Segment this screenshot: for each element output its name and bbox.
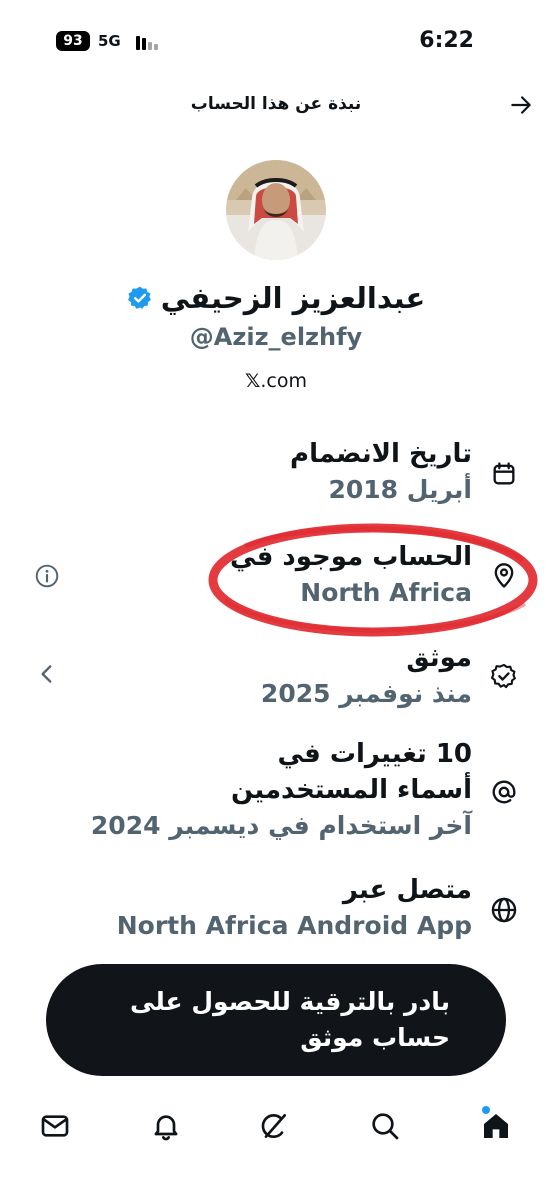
username-changes-title-1: 10 تغييرات في [277,739,473,769]
bell-icon[interactable] [150,1110,182,1142]
connected-value: North Africa Android App [116,911,472,940]
page-title: نبذة عن هذا الحساب [190,94,362,114]
status-bar: 93 5G 6:22 [0,0,552,80]
chevron-left-icon[interactable] [34,661,60,687]
joined-value: أبريل 2018 [328,475,472,504]
location-title: الحساب موجود في [230,542,472,572]
joined-row: تاريخ الانضمام أبريل 2018 [290,436,472,508]
verified-title: موثق [406,643,472,673]
notification-dot [482,1106,490,1114]
username-changes-title-2: أسماء المستخدمين [230,775,472,805]
search-icon[interactable] [369,1110,401,1142]
battery-indicator: 93 [56,31,90,51]
username-changes-value: آخر استخدام في ديسمبر 2024 [90,811,472,840]
location-row: الحساب موجود في North Africa [230,539,472,611]
upgrade-text: بادر بالترقية للحصول على حساب موثق [110,984,450,1056]
at-sign-icon [492,780,516,804]
domain-text: .com [260,370,307,392]
avatar[interactable] [226,160,326,260]
globe-icon [491,897,517,923]
network-type: 5G [98,32,121,50]
location-value: North Africa [300,578,472,607]
upgrade-button[interactable]: بادر بالترقية للحصول على حساب موثق [46,964,506,1076]
upgrade-line-2: حساب موثق [300,1023,450,1052]
connected-title: متصل عبر [342,875,472,905]
location-pin-icon [494,563,514,588]
profile-handle[interactable]: @Aziz_elzhfy [0,320,552,354]
verified-row[interactable]: موثق منذ نوفمبر 2025 [261,640,472,712]
calendar-icon [493,462,515,485]
mail-icon[interactable] [39,1110,71,1142]
display-name: عبدالعزيز الزحيفي [160,281,426,315]
verified-badge-icon [127,286,151,309]
signal-icon [136,34,162,50]
arrow-right-icon[interactable] [508,92,534,118]
home-icon[interactable] [480,1110,512,1142]
profile-name-row: عبدالعزيز الزحيفي [0,278,552,318]
upgrade-line-1: بادر بالترقية للحصول على [130,987,450,1016]
info-icon[interactable] [34,563,60,589]
connected-via-row: متصل عبر North Africa Android App [117,872,472,944]
verified-value: منذ نوفمبر 2025 [260,679,472,708]
verified-check-icon [490,663,516,689]
x-logo-icon: 𝕏 [245,370,261,392]
grok-icon[interactable] [258,1110,290,1142]
profile-domain[interactable]: 𝕏.com [0,367,552,395]
username-changes-row: 10 تغييرات في أسماء المستخدمين آخر استخد… [91,736,472,844]
bottom-tab-bar [0,1100,552,1160]
joined-title: تاريخ الانضمام [290,439,472,469]
clock: 6:22 [419,28,474,53]
